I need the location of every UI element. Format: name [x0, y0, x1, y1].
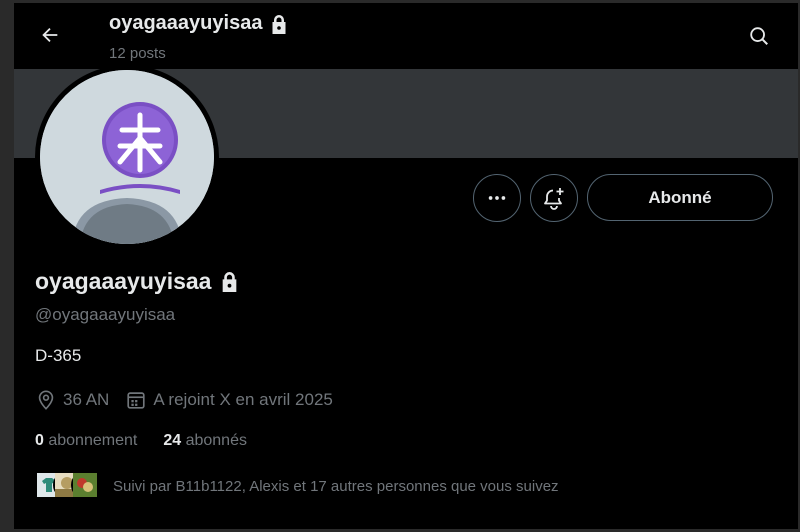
join-date-text: A rejoint X en avril 2025 — [153, 390, 333, 409]
bell-plus-icon — [544, 188, 564, 210]
back-button[interactable] — [34, 19, 66, 51]
following-link[interactable]: 0 abonnement — [35, 432, 137, 450]
join-date: A rejoint X en avril 2025 — [125, 389, 333, 411]
followed-by-avatars — [35, 471, 99, 501]
location-pin-icon — [38, 390, 54, 410]
header-title-text: oyagaaayuyisaa — [109, 12, 263, 34]
avatar — [71, 471, 99, 499]
profile-meta: 36 AN A rejoint X en avril 2025 — [35, 389, 349, 411]
more-icon — [488, 196, 506, 200]
search-icon — [750, 27, 768, 45]
profile-header: oyagaaayuyisaa 12 posts — [14, 3, 798, 69]
calendar-icon — [127, 392, 145, 409]
followed-by-row[interactable]: Suivi par B11b1122, Alexis et 17 autres … — [35, 471, 559, 501]
header-title: oyagaaayuyisaa — [109, 12, 288, 35]
location-text: 36 AN — [63, 390, 110, 409]
followers-label: abonnés — [185, 432, 247, 449]
bio: D-365 — [35, 346, 82, 365]
arrow-left-icon — [42, 27, 58, 43]
notify-button[interactable] — [530, 174, 578, 222]
more-button[interactable] — [473, 174, 521, 222]
followers-link[interactable]: 24 abonnés — [163, 432, 247, 450]
location: 36 AN — [35, 389, 109, 411]
posts-count: 12 posts — [109, 45, 166, 62]
display-name: oyagaaayuyisaa — [35, 268, 212, 294]
followed-by-text: Suivi par B11b1122, Alexis et 17 autres … — [113, 477, 559, 495]
avatar[interactable] — [40, 70, 214, 244]
display-name-row: oyagaaayuyisaa — [35, 268, 239, 295]
lock-icon — [272, 14, 286, 34]
follow-status-button[interactable]: Abonné — [587, 174, 773, 221]
lock-icon — [223, 272, 237, 292]
following-label: abonnement — [48, 432, 138, 449]
avatar-border — [35, 65, 219, 249]
avatar-image — [40, 70, 214, 244]
following-count: 0 — [35, 432, 44, 449]
user-handle: @oyagaaayuyisaa — [35, 305, 176, 324]
follow-stats: 0 abonnement 24 abonnés — [35, 432, 273, 450]
followers-count: 24 — [163, 432, 182, 449]
search-button[interactable] — [744, 21, 774, 51]
